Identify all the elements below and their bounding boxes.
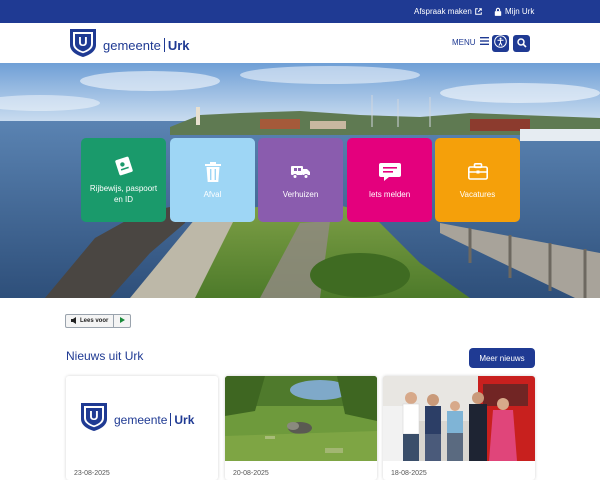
logo-wordmark: gemeente Urk xyxy=(114,412,195,427)
site-header: U gemeente Urk MENU xyxy=(0,23,600,63)
logo-text-gemeente: gemeente xyxy=(103,38,161,53)
logo-wordmark: gemeente Urk xyxy=(103,38,190,53)
search-icon xyxy=(516,35,527,53)
tile-verhuizen[interactable]: Verhuizen xyxy=(258,138,343,222)
shield-logo-icon: U xyxy=(80,402,108,437)
accessibility-icon xyxy=(494,34,507,53)
afspraak-maken-label: Afspraak maken xyxy=(414,7,472,16)
logo-text-urk: Urk xyxy=(167,38,190,53)
play-icon xyxy=(119,317,125,325)
search-button[interactable] xyxy=(513,35,530,52)
news-card-date: 23-08-2025 xyxy=(74,470,110,477)
moving-truck-icon xyxy=(290,161,311,183)
gemeente-urk-logo: U gemeente Urk xyxy=(80,402,194,437)
news-card[interactable]: 20-08-2025 xyxy=(225,376,377,480)
news-card-date: 18-08-2025 xyxy=(391,470,427,477)
news-section-title: Nieuws uit Urk xyxy=(66,349,144,363)
news-card-image: U gemeente Urk xyxy=(66,376,218,461)
news-card[interactable]: U gemeente Urk 23-08-2025 xyxy=(66,376,218,480)
message-icon xyxy=(378,161,401,183)
gemeente-urk-logo[interactable]: U gemeente Urk xyxy=(69,28,190,63)
afspraak-maken-link[interactable]: Afspraak maken xyxy=(414,7,482,16)
menu-button[interactable]: MENU xyxy=(452,37,489,47)
meer-nieuws-button[interactable]: Meer nieuws xyxy=(469,348,535,368)
hero-banner: Rijbewijs, paspoort en ID Afval Verhuize… xyxy=(0,63,600,298)
briefcase-icon xyxy=(467,161,488,183)
tile-iets-melden[interactable]: Iets melden xyxy=(347,138,432,222)
svg-text:U: U xyxy=(78,34,87,49)
logo-text-gemeente: gemeente xyxy=(114,412,168,427)
tile-label: Verhuizen xyxy=(282,189,319,199)
tile-vacatures[interactable]: Vacatures xyxy=(435,138,520,222)
svg-text:U: U xyxy=(89,408,98,423)
lees-voor-label: Lees voor xyxy=(80,318,109,324)
tile-label: Iets melden xyxy=(368,189,411,199)
tile-label: Vacatures xyxy=(459,189,496,199)
shield-logo-icon: U xyxy=(69,28,97,63)
external-link-icon xyxy=(475,8,482,15)
news-card[interactable]: 18-08-2025 xyxy=(383,376,535,480)
menu-label: MENU xyxy=(452,37,476,47)
news-card-image xyxy=(225,376,377,461)
accessibility-button[interactable] xyxy=(492,34,509,53)
readspeaker-widget[interactable]: Lees voor xyxy=(65,314,132,328)
tile-rijbewijs-paspoort-id[interactable]: Rijbewijs, paspoort en ID xyxy=(81,138,166,222)
lees-voor-button[interactable]: Lees voor xyxy=(66,315,115,327)
lock-icon xyxy=(494,7,502,16)
id-card-icon xyxy=(114,155,134,177)
news-card-image xyxy=(383,376,535,461)
tile-label: Afval xyxy=(203,189,222,199)
menu-hamburger-icon xyxy=(479,37,489,47)
top-utility-bar: Afspraak maken Mijn Urk xyxy=(0,0,600,23)
news-card-date: 20-08-2025 xyxy=(233,470,269,477)
trash-icon xyxy=(204,161,221,183)
tile-afval[interactable]: Afval xyxy=(170,138,255,222)
logo-text-urk: Urk xyxy=(174,412,195,427)
mijn-urk-link[interactable]: Mijn Urk xyxy=(494,7,534,16)
mijn-urk-label: Mijn Urk xyxy=(505,7,535,16)
tile-label: Rijbewijs, paspoort en ID xyxy=(89,184,158,204)
speaker-icon xyxy=(71,316,77,326)
play-button[interactable] xyxy=(114,315,130,327)
